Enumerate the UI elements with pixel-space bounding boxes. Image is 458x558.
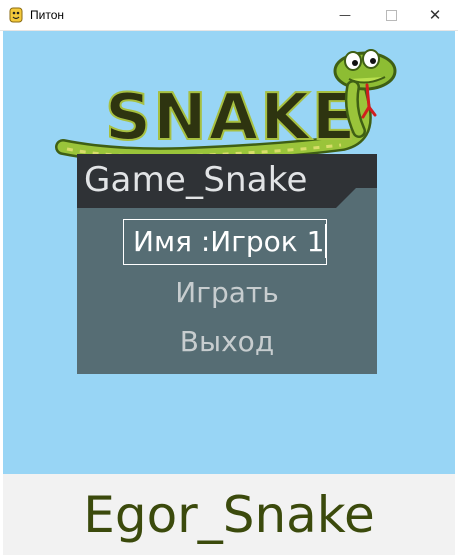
minimize-icon: — [339, 8, 351, 22]
python-icon [9, 7, 23, 23]
menu-title: Game_Snake [84, 160, 308, 200]
exit-button[interactable]: Выход [77, 325, 377, 358]
maximize-icon [385, 9, 397, 21]
text-caret [325, 224, 326, 258]
close-icon: ✕ [428, 6, 442, 24]
window-title: Питон [30, 8, 64, 22]
logo-text: SNAKE [105, 81, 358, 155]
play-button[interactable]: Играть [77, 276, 377, 309]
player-name-input[interactable]: Имя :Игрок 1 [123, 219, 327, 265]
window-titlebar: Питон — ✕ [0, 0, 458, 31]
player-name-value: Имя :Игрок 1 [133, 225, 325, 258]
close-button[interactable]: ✕ [412, 0, 458, 30]
minimize-button[interactable]: — [322, 0, 368, 30]
maximize-button[interactable] [368, 0, 414, 30]
